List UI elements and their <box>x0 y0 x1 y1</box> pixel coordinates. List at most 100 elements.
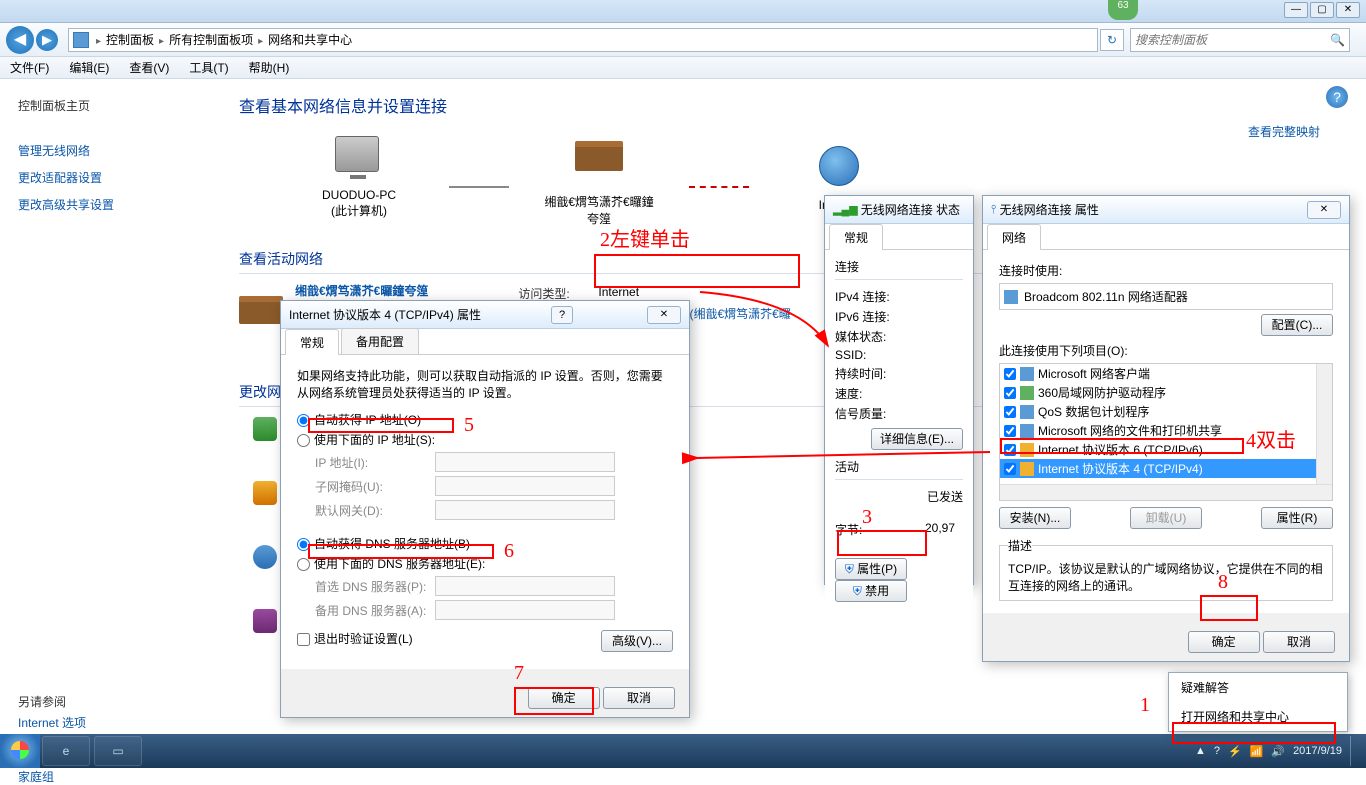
props-ok-button[interactable]: 确定 <box>1188 631 1260 653</box>
menu-edit[interactable]: 编辑(E) <box>65 57 113 78</box>
validate-checkbox[interactable] <box>297 633 310 646</box>
install-button[interactable]: 安装(N)... <box>999 507 1071 529</box>
item-checkbox[interactable] <box>1004 444 1016 456</box>
tray-menu-open-network-center[interactable]: 打开网络和共享中心 <box>1169 702 1347 731</box>
alt-dns-input[interactable] <box>435 600 615 620</box>
item-checkbox[interactable] <box>1004 387 1016 399</box>
status-properties-button[interactable]: ⛨ 属性(P) <box>835 558 907 580</box>
full-map-link[interactable]: 查看完整映射 <box>1248 123 1320 140</box>
auto-dns-row[interactable]: 自动获得 DNS 服务器地址(B) <box>297 535 673 552</box>
item-checkbox[interactable] <box>1004 406 1016 418</box>
badge-green: 63 <box>1108 0 1138 20</box>
see-also-internet-options[interactable]: Internet 选项 <box>18 714 182 731</box>
manual-dns-label: 使用下面的 DNS 服务器地址(E): <box>314 557 485 571</box>
sidebar: 控制面板主页 管理无线网络 更改适配器设置 更改高级共享设置 另请参阅 Inte… <box>0 79 200 734</box>
gateway-input[interactable] <box>435 500 615 520</box>
uninstall-button[interactable]: 卸载(U) <box>1130 507 1202 529</box>
tray-network-icon[interactable]: 📶 <box>1250 745 1264 758</box>
dialog-help-button[interactable]: ? <box>551 306 573 324</box>
ip-addr-input[interactable] <box>435 452 615 472</box>
window-close-button[interactable]: ✕ <box>1336 2 1360 18</box>
dialog-close-button[interactable]: ✕ <box>647 306 681 324</box>
ipv4-dialog-titlebar[interactable]: Internet 协议版本 4 (TCP/IPv4) 属性 ? ✕ <box>281 301 689 329</box>
props-cancel-button[interactable]: 取消 <box>1263 631 1335 653</box>
system-tray: ▲ ? ⚡ 📶 🔊 2017/9/19 <box>1187 736 1366 766</box>
search-box[interactable]: 🔍 <box>1130 28 1350 52</box>
props-close-button[interactable]: ✕ <box>1307 201 1341 219</box>
qos-icon <box>1020 405 1034 419</box>
props-titlebar[interactable]: ⫯ 无线网络连接 属性 ✕ <box>983 196 1349 224</box>
taskbar-explorer[interactable]: ▭ <box>94 736 142 766</box>
sidebar-adapters[interactable]: 更改适配器设置 <box>18 169 182 186</box>
tray-volume-icon[interactable]: 🔊 <box>1271 745 1285 758</box>
item-checkbox[interactable] <box>1004 463 1016 475</box>
manual-ip-row[interactable]: 使用下面的 IP 地址(S): <box>297 431 673 448</box>
menu-tools[interactable]: 工具(T) <box>185 57 232 78</box>
tray-action-icon[interactable]: ? <box>1214 745 1220 757</box>
menu-view[interactable]: 查看(V) <box>125 57 173 78</box>
tray-power-icon[interactable]: ⚡ <box>1228 745 1242 758</box>
list-scrollbar-h[interactable] <box>1000 484 1332 500</box>
tray-context-menu: 疑难解答 打开网络和共享中心 <box>1168 672 1348 732</box>
list-scrollbar-v[interactable] <box>1316 364 1332 484</box>
refresh-button[interactable]: ↻ <box>1100 29 1124 51</box>
props-tab-network[interactable]: 网络 <box>987 224 1041 250</box>
crumb-1[interactable]: 所有控制面板项 <box>169 31 253 48</box>
annotation-6: 6 <box>504 540 514 563</box>
auto-dns-radio[interactable] <box>297 538 310 551</box>
sidebar-wireless[interactable]: 管理无线网络 <box>18 142 182 159</box>
client-icon <box>1020 367 1034 381</box>
window-chrome: 63 — ▢ ✕ <box>0 0 1366 23</box>
location-box[interactable]: 控制面板 所有控制面板项 网络和共享中心 <box>68 28 1098 52</box>
status-section-connection: 连接 <box>835 258 963 275</box>
ipv4-cancel-button[interactable]: 取消 <box>603 687 675 709</box>
window-minimize-button[interactable]: — <box>1284 2 1308 18</box>
manual-dns-radio[interactable] <box>297 558 310 571</box>
network-card-name[interactable]: 缃戠€煟笃潇芥€曪鐘夸篞 <box>295 282 428 299</box>
adapter-name: Broadcom 802.11n 网络适配器 <box>1024 288 1188 305</box>
menu-file[interactable]: 文件(F) <box>6 57 53 78</box>
window-maximize-button[interactable]: ▢ <box>1310 2 1334 18</box>
status-titlebar[interactable]: ▂▄▆ 无线网络连接 状态 <box>825 196 973 224</box>
manual-dns-row[interactable]: 使用下面的 DNS 服务器地址(E): <box>297 555 673 572</box>
status-disable-button[interactable]: ⛨ 禁用 <box>835 580 907 602</box>
tray-clock[interactable]: 2017/9/19 <box>1293 745 1342 757</box>
ipv4-ok-button[interactable]: 确定 <box>528 687 600 709</box>
show-desktop-button[interactable] <box>1350 736 1358 766</box>
item-checkbox[interactable] <box>1004 368 1016 380</box>
ipv4-desc: 如果网络支持此功能，则可以获取自动指派的 IP 设置。否则，您需要从网络系统管理… <box>297 367 673 401</box>
subnet-input[interactable] <box>435 476 615 496</box>
menu-help[interactable]: 帮助(H) <box>245 57 294 78</box>
see-also-title: 另请参阅 <box>18 693 182 710</box>
taskbar-ie[interactable]: e <box>42 736 90 766</box>
list-item-selected: Internet 协议版本 4 (TCP/IPv4) <box>1000 459 1332 478</box>
breadcrumb[interactable]: 控制面板 所有控制面板项 网络和共享中心 <box>93 31 352 48</box>
search-input[interactable] <box>1135 33 1330 47</box>
item-properties-button[interactable]: 属性(R) <box>1261 507 1333 529</box>
pref-dns-input[interactable] <box>435 576 615 596</box>
tray-menu-troubleshoot[interactable]: 疑难解答 <box>1169 673 1347 702</box>
status-title: 无线网络连接 状态 <box>861 201 960 218</box>
see-also-homegroup[interactable]: 家庭组 <box>18 768 182 785</box>
auto-ip-radio[interactable] <box>297 414 310 427</box>
sidebar-sharing[interactable]: 更改高级共享设置 <box>18 196 182 213</box>
crumb-2[interactable]: 网络和共享中心 <box>268 31 352 48</box>
connect-using-label: 连接时使用: <box>999 262 1333 279</box>
start-button[interactable] <box>0 734 40 768</box>
help-icon[interactable]: ? <box>1326 86 1348 108</box>
crumb-0[interactable]: 控制面板 <box>106 31 154 48</box>
tab-general[interactable]: 常规 <box>285 329 339 355</box>
tab-alternate[interactable]: 备用配置 <box>341 328 419 354</box>
advanced-button[interactable]: 高级(V)... <box>601 630 673 652</box>
auto-ip-row[interactable]: 自动获得 IP 地址(O) <box>297 411 673 428</box>
manual-ip-radio[interactable] <box>297 434 310 447</box>
item-checkbox[interactable] <box>1004 425 1016 437</box>
status-tab-general[interactable]: 常规 <box>829 224 883 250</box>
sidebar-home[interactable]: 控制面板主页 <box>18 97 182 114</box>
nav-back-button[interactable]: ◀ <box>6 26 34 54</box>
configure-button[interactable]: 配置(C)... <box>1261 314 1333 336</box>
tray-overflow-icon[interactable]: ▲ <box>1195 745 1206 757</box>
annotation-5: 5 <box>464 414 474 437</box>
nav-forward-button[interactable]: ▶ <box>36 29 58 51</box>
wifi-icon: ▂▄▆ <box>833 203 858 216</box>
